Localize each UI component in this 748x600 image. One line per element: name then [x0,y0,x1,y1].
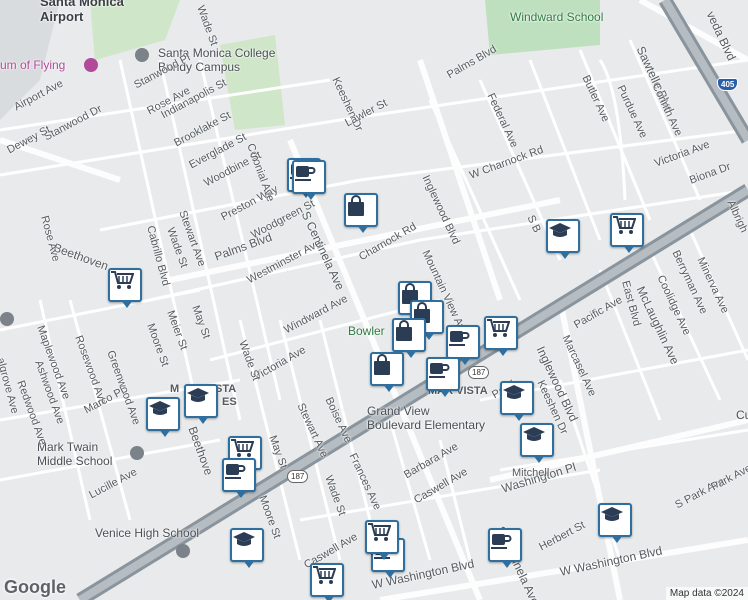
edge-poi-icon [0,312,14,326]
museum-poi-icon [84,58,98,72]
label-grand-view-elementary: Grand View Boulevard Elementary [367,404,486,432]
shopping-cart-pin[interactable] [310,563,344,600]
graduation-cap-pin[interactable] [598,503,632,543]
coffee-pin[interactable] [426,357,460,397]
graduation-cap-pin[interactable] [500,381,534,421]
school-poi-icon [130,446,144,460]
label-museum-of-flying: um of Flying [0,58,66,72]
google-logo: Google [4,577,66,597]
map-canvas[interactable]: Santa Monica Airport um of Flying Santa M… [0,0,748,600]
coffee-pin[interactable] [222,458,256,498]
shopping-cart-pin[interactable] [484,316,518,356]
coffee-pin[interactable] [292,160,326,200]
label-mar-vista-left: M [170,383,180,395]
coffee-pin[interactable] [488,528,522,568]
shopping-cart-pin[interactable] [365,520,399,560]
graduation-cap-pin[interactable] [546,219,580,259]
college-poi-icon [135,48,149,62]
label-bowlero: Bowler [348,324,385,338]
high-school-poi-icon [176,544,190,558]
label-santa-monica-airport: Santa Monica Airport [40,0,124,24]
graduation-cap-pin[interactable] [184,384,218,424]
graduation-cap-pin[interactable] [230,528,264,568]
route-187-shield-2: 187 [468,366,490,379]
label-cut-right: Cu [736,408,748,422]
shopping-bag-pin[interactable] [344,193,378,233]
map-attribution: Map data ©2024 [665,587,748,600]
shopping-bag-pin[interactable] [370,352,404,392]
shopping-cart-pin[interactable] [610,213,644,253]
graduation-cap-pin[interactable] [520,423,554,463]
coffee-pin[interactable] [446,325,480,365]
label-venice-high: Venice High School [95,526,200,540]
shopping-bag-pin[interactable] [392,318,426,358]
interstate-405-shield: 405 [717,78,739,91]
label-mark-twain: Mark Twain Middle School [37,440,113,468]
label-windward-school: Windward School [510,10,604,24]
shopping-cart-pin[interactable] [108,268,142,308]
windward-school-grounds [485,0,600,55]
label-mar-vista-left3: ES [222,396,237,408]
street-mitchell: Mitchell [512,467,550,479]
graduation-cap-pin[interactable] [146,397,180,437]
route-187-shield: 187 [287,470,309,483]
